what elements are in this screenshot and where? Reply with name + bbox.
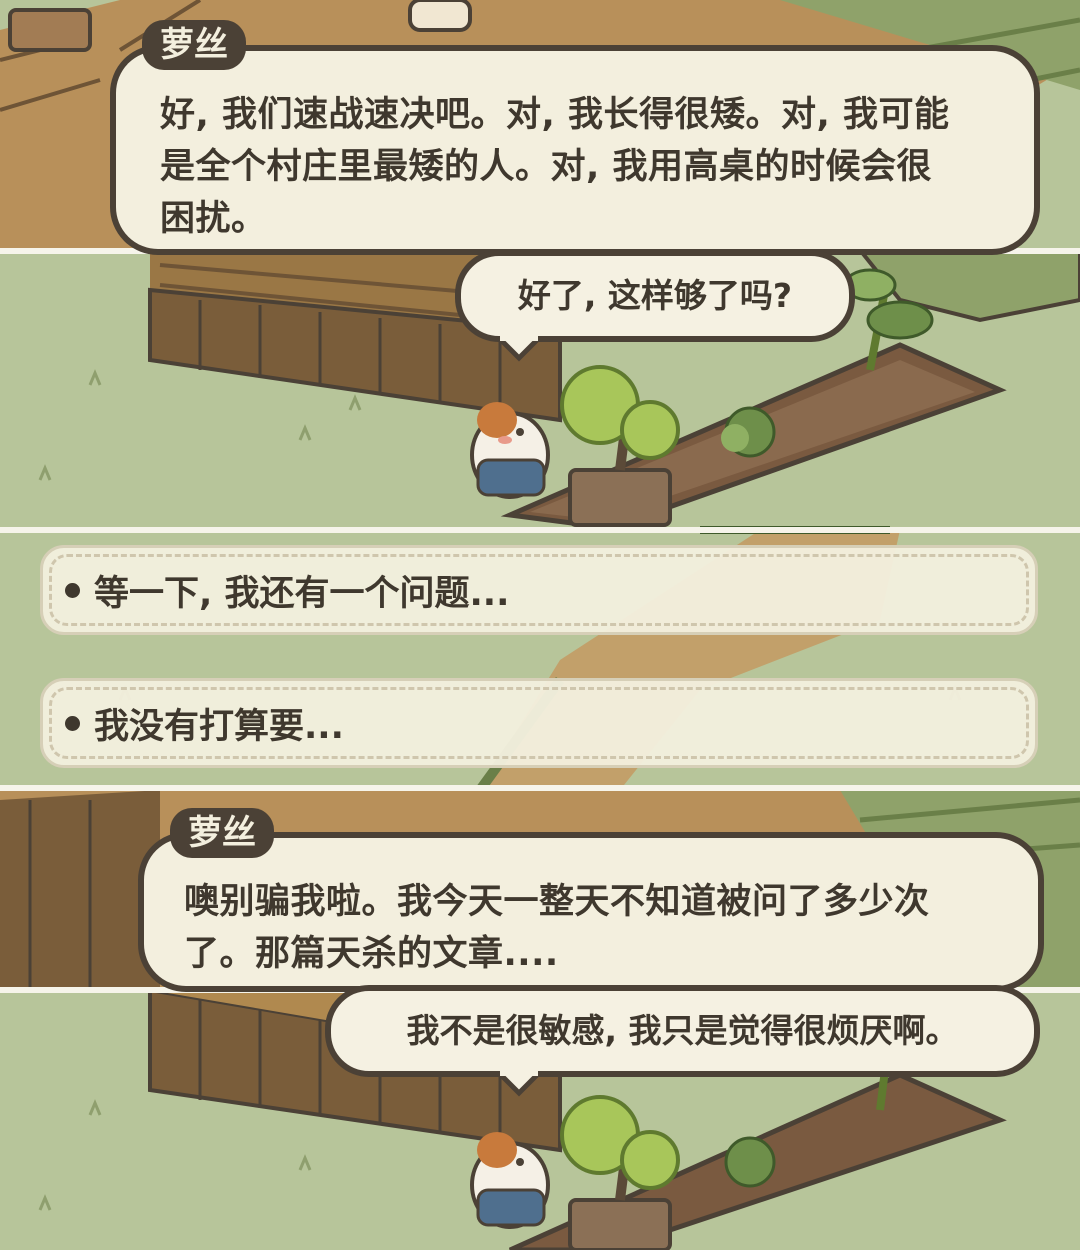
- bullet-icon: [65, 582, 80, 598]
- panel-divider: [0, 785, 1080, 791]
- choice-label: 我没有打算要...: [94, 706, 344, 747]
- dialogue-line: 困扰。: [160, 199, 267, 239]
- dialogue-line: 了。那篇天杀的文章....: [184, 934, 559, 974]
- dialogue-box-1[interactable]: 好, 我们速战速决吧。对, 我长得很矮。对, 我可能 是全个村庄里最矮的人。对,…: [110, 45, 1040, 255]
- dialogue-line: 是全个村庄里最矮的人。对, 我用高桌的时候会很: [160, 147, 932, 187]
- speech-tail-icon: [497, 336, 541, 362]
- reply-text: 我不是很敏感, 我只是觉得很烦厌啊。: [406, 1011, 959, 1050]
- choice-label: 等一下, 我还有一个问题...: [94, 573, 510, 614]
- dialogue-line: 好, 我们速战速决吧。对, 我长得很矮。对, 我可能: [160, 95, 950, 135]
- panel-divider: [0, 527, 1080, 533]
- speaker-name-tag: 萝丝: [170, 808, 274, 858]
- dialogue-choice-2[interactable]: 我没有打算要...: [40, 678, 1038, 768]
- speech-tail-icon: [497, 1071, 541, 1097]
- dialogue-box-2[interactable]: 噢别骗我啦。我今天一整天不知道被问了多少次 了。那篇天杀的文章....: [138, 832, 1044, 992]
- dialogue-line: 噢别骗我啦。我今天一整天不知道被问了多少次: [184, 882, 930, 922]
- bullet-icon: [65, 715, 80, 731]
- reply-bubble-1: 好了, 这样够了吗?: [455, 250, 855, 342]
- reply-bubble-2: 我不是很敏感, 我只是觉得很烦厌啊。: [325, 985, 1040, 1077]
- reply-text: 好了, 这样够了吗?: [517, 276, 793, 315]
- speaker-name-tag: 萝丝: [142, 20, 246, 70]
- dialogue-choice-1[interactable]: 等一下, 我还有一个问题...: [40, 545, 1038, 635]
